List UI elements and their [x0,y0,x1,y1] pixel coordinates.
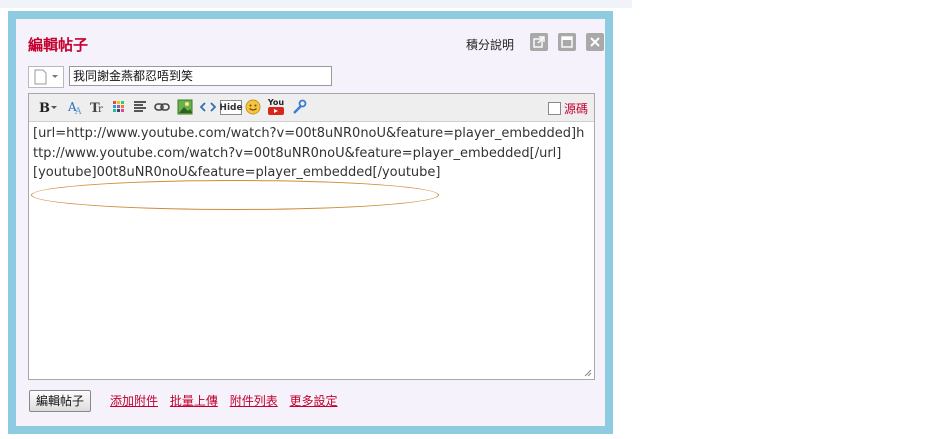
post-editor[interactable]: B AA Tr Hide You 源碼 [url=http://www.yout… [28,93,595,380]
svg-text:B: B [39,101,50,115]
dialog-frame: 編輯帖子 積分說明 我同謝金燕都忍唔到笑 B AA T r Hide You 源… [8,11,613,434]
footer-links: 添加附件 批量上傳 附件列表 更多設定 [110,392,346,409]
editor-content[interactable]: [url=http://www.youtube.com/watch?v=00t8… [33,124,585,183]
youtube-icon-label: You [267,98,285,107]
submit-edit-button[interactable]: 編輯帖子 [29,390,92,412]
annotation-ellipse [31,180,439,210]
smiley-icon[interactable] [245,99,261,115]
add-attachment-link[interactable]: 添加附件 [110,394,158,408]
link-icon[interactable] [154,99,170,115]
top-strip [0,0,632,8]
points-help-link[interactable]: 積分說明 [466,36,514,53]
post-type-select[interactable] [28,66,64,88]
attachment-list-link[interactable]: 附件列表 [230,394,278,408]
hide-icon[interactable]: Hide [219,100,243,115]
bold-icon[interactable]: B [38,99,58,115]
maximize-icon[interactable] [558,33,576,51]
code-icon[interactable] [200,99,216,115]
svg-text:r: r [98,104,103,115]
youtube-icon[interactable]: You [267,99,285,115]
popout-icon[interactable] [530,33,548,51]
resize-handle-icon[interactable] [582,367,592,377]
settings-icon[interactable] [291,99,307,115]
dialog-title: 編輯帖子 [28,36,89,54]
close-icon[interactable] [586,33,604,51]
source-label: 源碼 [563,102,588,116]
svg-text:A: A [74,107,82,115]
edit-post-dialog: 編輯帖子 積分說明 我同謝金燕都忍唔到笑 B AA T r Hide You 源… [16,19,605,426]
background-color-icon[interactable] [112,99,126,115]
batch-upload-link[interactable]: 批量上傳 [170,394,218,408]
more-settings-link[interactable]: 更多設定 [290,394,338,408]
font-size-icon[interactable]: Tr [89,99,107,115]
image-icon[interactable] [177,99,193,115]
source-checkbox[interactable] [547,102,561,115]
document-icon [34,69,58,85]
source-toggle[interactable]: 源碼 [547,100,588,117]
subject-input[interactable]: 我同謝金燕都忍唔到笑 [69,66,332,86]
align-icon[interactable] [133,99,147,115]
editor-toolbar: B AA Tr Hide You 源碼 [29,94,594,122]
font-color-icon[interactable]: AA [67,99,85,115]
